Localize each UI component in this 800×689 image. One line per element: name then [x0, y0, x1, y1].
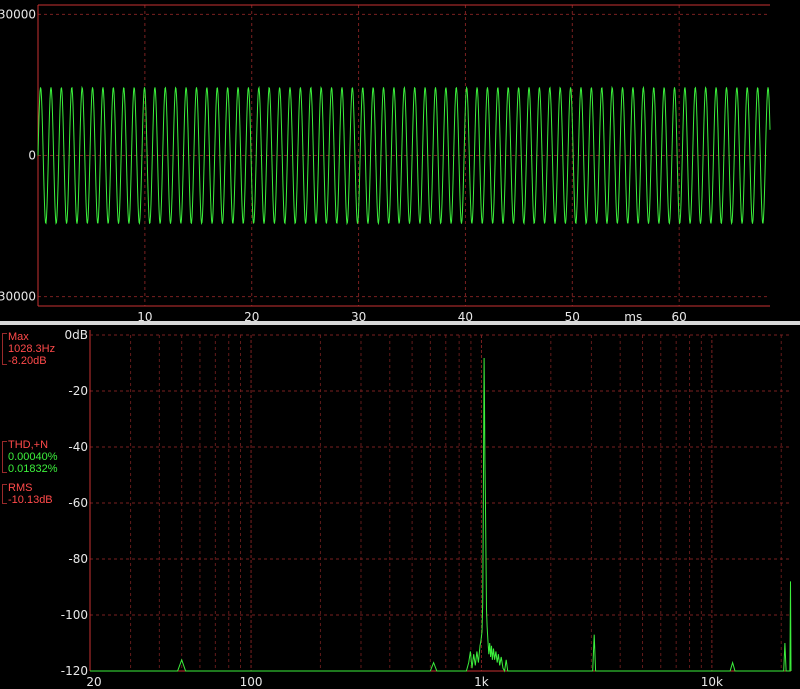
spectrum-x-tick-2: 1k	[474, 675, 489, 689]
spectrum-y-tick-5: -100	[61, 608, 88, 622]
rms-value: -10.13dB	[8, 494, 53, 506]
spectrum-x-tick-3: 10k	[701, 675, 723, 689]
spectrum-grid	[90, 335, 791, 671]
waveform-y-tick-2: 30000	[0, 290, 36, 304]
spectrum-trace	[90, 357, 792, 673]
spectrum-frame	[89, 330, 791, 672]
audio-analyzer-display: 10 20 30 40 50 6030000030000 ms 20 100 1k 10k0dB…	[0, 4, 800, 689]
rms-readout: RMS -10.13dB	[2, 482, 53, 506]
panel-divider[interactable]	[0, 321, 800, 325]
spectrum-x-tick-0: 20	[86, 675, 101, 689]
waveform-y-tick-1: 0	[28, 149, 36, 163]
spectrum-y-tick-6: -120	[61, 664, 88, 678]
spectrum-tick-labels: 20 100 1k 10k 0dB -20 -40 -60 -80 -100 -120	[61, 328, 723, 689]
waveform-y-tick-0: 30000	[0, 7, 36, 21]
spectrum-y-tick-0: 0dB	[65, 328, 88, 342]
thd-readout: THD,+N 0.00040% 0.01832%	[2, 439, 58, 475]
spectrum-y-tick-3: -60	[68, 496, 88, 510]
waveform-grid	[38, 5, 770, 306]
spectrum-y-tick-2: -40	[68, 440, 88, 454]
max-level: -8.20dB	[8, 355, 47, 367]
max-frequency: 1028.3Hz	[8, 343, 56, 355]
max-readout: Max 1028.3Hz -8.20dB	[2, 331, 55, 367]
thdn-value: 0.01832%	[8, 463, 58, 475]
thd-label: THD,+N	[8, 439, 49, 451]
thd-value: 0.00040%	[8, 451, 58, 463]
max-label: Max	[8, 331, 29, 343]
spectrum-y-tick-1: -20	[68, 384, 88, 398]
spectrum-y-tick-4: -80	[68, 552, 88, 566]
spectrum-x-tick-1: 100	[240, 675, 263, 689]
rms-label: RMS	[8, 482, 33, 494]
